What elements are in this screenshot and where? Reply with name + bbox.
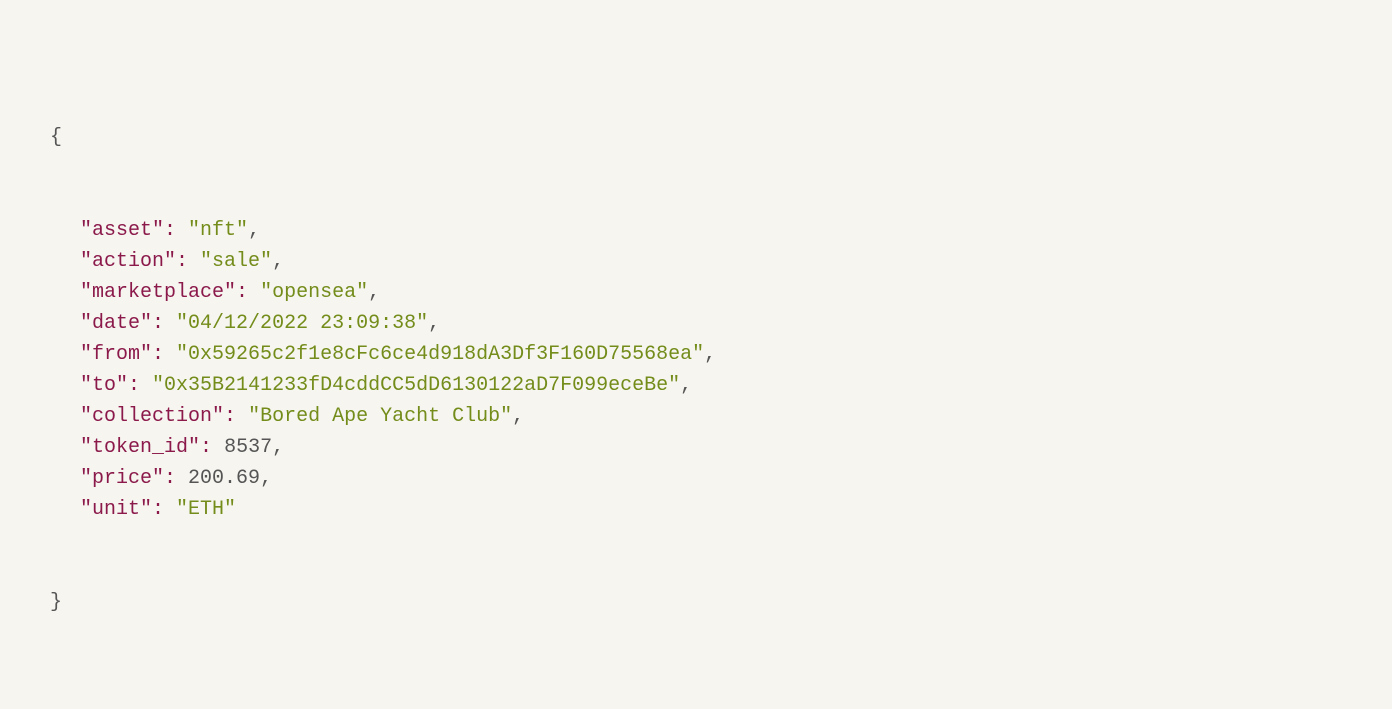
- json-value: "0x59265c2f1e8cFc6ce4d918dA3Df3F160D7556…: [176, 343, 704, 366]
- json-line: "price": 200.69,: [50, 463, 1342, 494]
- json-colon: :: [164, 467, 176, 490]
- json-line: "date": "04/12/2022 23:09:38",: [50, 308, 1342, 339]
- json-line: "collection": "Bored Ape Yacht Club",: [50, 401, 1342, 432]
- json-key: "action": [80, 250, 176, 273]
- json-colon: :: [152, 312, 164, 335]
- json-colon: :: [224, 405, 236, 428]
- json-colon: :: [152, 498, 164, 521]
- json-value: "Bored Ape Yacht Club": [248, 405, 512, 428]
- json-colon: :: [176, 250, 188, 273]
- json-colon: :: [164, 219, 176, 242]
- json-comma: ,: [272, 250, 284, 273]
- json-line: "from": "0x59265c2f1e8cFc6ce4d918dA3Df3F…: [50, 339, 1342, 370]
- json-value: 200.69: [188, 467, 260, 490]
- json-colon: :: [200, 436, 212, 459]
- json-key: "asset": [80, 219, 164, 242]
- json-key: "token_id": [80, 436, 200, 459]
- json-colon: :: [152, 343, 164, 366]
- json-line: "marketplace": "opensea",: [50, 277, 1342, 308]
- json-comma: ,: [248, 219, 260, 242]
- json-comma: ,: [272, 436, 284, 459]
- json-key: "unit": [80, 498, 152, 521]
- json-line: "asset": "nft",: [50, 215, 1342, 246]
- json-comma: ,: [680, 374, 692, 397]
- json-key: "price": [80, 467, 164, 490]
- json-line: "to": "0x35B2141233fD4cddCC5dD6130122aD7…: [50, 370, 1342, 401]
- json-value: "sale": [200, 250, 272, 273]
- json-line: "token_id": 8537,: [50, 432, 1342, 463]
- json-line: "unit": "ETH": [50, 494, 1342, 525]
- json-key: "from": [80, 343, 152, 366]
- json-comma: ,: [368, 281, 380, 304]
- json-comma: ,: [260, 467, 272, 490]
- json-value: "ETH": [176, 498, 236, 521]
- json-entries: "asset": "nft","action": "sale","marketp…: [50, 215, 1342, 525]
- open-brace: {: [50, 126, 62, 149]
- json-value: "04/12/2022 23:09:38": [176, 312, 428, 335]
- json-key: "collection": [80, 405, 224, 428]
- json-key: "date": [80, 312, 152, 335]
- json-key: "marketplace": [80, 281, 236, 304]
- json-key: "to": [80, 374, 128, 397]
- json-value: "nft": [188, 219, 248, 242]
- json-value: 8537: [224, 436, 272, 459]
- json-comma: ,: [704, 343, 716, 366]
- close-brace: }: [50, 591, 62, 614]
- json-code-block: { "asset": "nft","action": "sale","marke…: [50, 60, 1342, 649]
- json-colon: :: [236, 281, 248, 304]
- json-value: "opensea": [260, 281, 368, 304]
- json-colon: :: [128, 374, 140, 397]
- json-comma: ,: [428, 312, 440, 335]
- json-line: "action": "sale",: [50, 246, 1342, 277]
- json-comma: ,: [512, 405, 524, 428]
- json-value: "0x35B2141233fD4cddCC5dD6130122aD7F099ec…: [152, 374, 680, 397]
